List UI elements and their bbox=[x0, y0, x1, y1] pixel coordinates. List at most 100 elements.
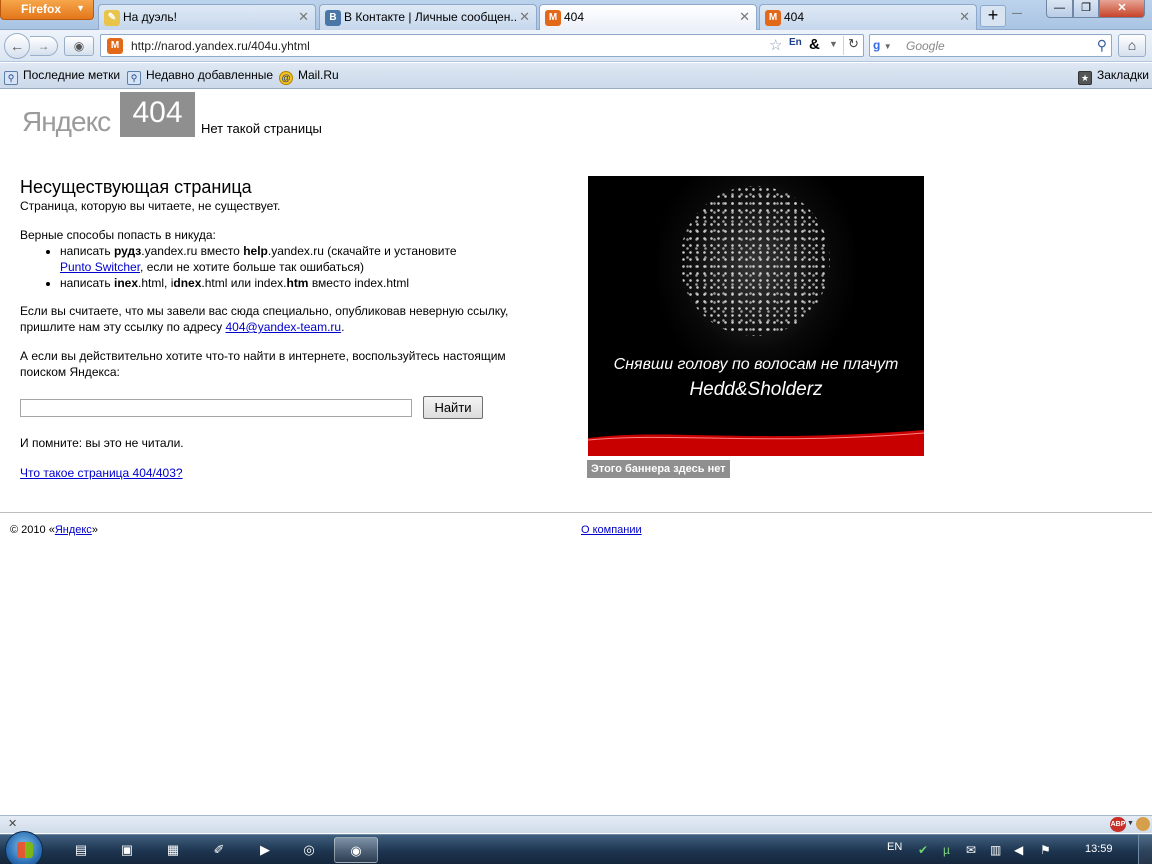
banner-wave-shape bbox=[588, 430, 924, 456]
show-desktop-button[interactable] bbox=[1138, 835, 1152, 864]
search-bar[interactable]: g ▼ Google ⚲ bbox=[869, 34, 1112, 57]
tab-404[interactable]: M 404 ✕ bbox=[759, 4, 977, 30]
home-button[interactable]: ⌂ bbox=[1118, 34, 1146, 57]
find-button[interactable]: Найти bbox=[423, 396, 483, 419]
banner-brand: Hedd&Sholderz bbox=[689, 379, 823, 400]
tab-list-icon[interactable]: — bbox=[1012, 8, 1022, 19]
language-indicator[interactable]: EN bbox=[887, 841, 902, 853]
windows-logo-icon bbox=[17, 842, 33, 858]
bookmark-recent-tags[interactable]: ⚲ Последние метки bbox=[4, 68, 120, 85]
vk-favicon-icon: B bbox=[325, 10, 341, 26]
star-icon: ★ bbox=[1078, 71, 1092, 85]
page-content: Яндекс 404 Нет такой страницы Несуществу… bbox=[0, 90, 1152, 814]
clock[interactable]: 13:59 bbox=[1085, 843, 1113, 855]
tab-title: 404 bbox=[564, 10, 585, 24]
page-subtitle: Страница, которую вы читаете, не существ… bbox=[20, 199, 281, 213]
url-history-dropdown-icon[interactable]: ▼ bbox=[829, 39, 838, 49]
new-tab-button[interactable]: + bbox=[980, 5, 1006, 27]
email-link[interactable]: 404@yandex-team.ru bbox=[226, 320, 342, 334]
search-paragraph: А если вы действительно хотите что-то на… bbox=[20, 348, 506, 380]
forward-button[interactable]: → bbox=[30, 36, 58, 56]
remember-text: И помните: вы это не читали. bbox=[20, 436, 184, 450]
banner-caption: Этого баннера здесь нет bbox=[587, 460, 730, 478]
back-button[interactable]: ← bbox=[4, 33, 30, 59]
close-window-button[interactable]: ✕ bbox=[1099, 0, 1145, 18]
yandex-link[interactable]: Яндекс bbox=[55, 524, 92, 536]
chevron-down-icon[interactable]: ▼ bbox=[1127, 820, 1134, 827]
firefox-menu-button[interactable]: Firefox ▼ bbox=[0, 0, 94, 20]
smart-folder-icon: ⚲ bbox=[4, 71, 18, 85]
bookmark-star-icon[interactable]: ☆ bbox=[769, 36, 782, 54]
minimize-window-button[interactable]: — bbox=[1046, 0, 1073, 18]
url-bar[interactable]: M http://narod.yandex.ru/404u.yhtml ☆ En… bbox=[100, 34, 864, 57]
mail-icon[interactable]: ✉ bbox=[966, 843, 976, 857]
narod-favicon-icon: M bbox=[545, 10, 561, 26]
tray-app-icon[interactable]: ✔ bbox=[918, 843, 928, 857]
tab-title: В Контакте | Личные сообщен... bbox=[344, 10, 516, 24]
volume-icon[interactable]: ◀ bbox=[1014, 843, 1023, 857]
paragraph-text: А если вы действительно хотите что-то на… bbox=[20, 349, 506, 363]
firefox-icon[interactable]: ◉ bbox=[334, 837, 378, 863]
ways-list: написать рудз.yandex.ru вместо help.yand… bbox=[60, 243, 457, 291]
translit-en-icon[interactable]: En bbox=[789, 37, 802, 48]
way-text: .html, i bbox=[138, 276, 174, 290]
google-icon[interactable]: g ▼ bbox=[873, 38, 901, 54]
yandex-search-input[interactable] bbox=[20, 399, 412, 417]
bookmark-label: Последние метки bbox=[23, 68, 121, 82]
url-text[interactable]: http://narod.yandex.ru/404u.yhtml bbox=[131, 39, 310, 53]
about-company-link[interactable]: О компании bbox=[581, 524, 642, 536]
start-button[interactable] bbox=[5, 831, 43, 864]
search-icon[interactable]: ⚲ bbox=[1097, 37, 1107, 54]
calculator-icon[interactable]: ▦ bbox=[154, 837, 192, 863]
list-item: написать рудз.yandex.ru вместо help.yand… bbox=[60, 243, 457, 275]
reload-icon[interactable]: ↻ bbox=[843, 36, 863, 55]
what-is-404-link-wrap: Что такое страница 404/403? bbox=[20, 465, 183, 481]
bookmark-label: Mail.Ru bbox=[298, 68, 339, 82]
tab-404-active[interactable]: M 404 ✕ bbox=[539, 4, 757, 31]
folder-icon[interactable]: ▤ bbox=[62, 837, 100, 863]
paragraph-text: . bbox=[341, 320, 345, 334]
ways-heading: Верные способы попасть в никуда: bbox=[20, 228, 216, 242]
way-text: .html или index. bbox=[201, 276, 287, 290]
close-addon-bar-icon[interactable]: ✕ bbox=[8, 817, 17, 830]
bookmark-mailru[interactable]: @ Mail.Ru bbox=[279, 68, 339, 85]
opera-icon[interactable]: ◎ bbox=[290, 837, 328, 863]
status-bar: ✕ ABP ▼ bbox=[0, 815, 1152, 833]
duel-favicon-icon: ✎ bbox=[104, 10, 120, 26]
save-icon[interactable]: ▣ bbox=[108, 837, 146, 863]
yandex-logo[interactable]: Яндекс bbox=[22, 106, 111, 138]
list-item: написать inex.html, idnex.html или index… bbox=[60, 275, 457, 291]
network-icon[interactable]: ▥ bbox=[990, 843, 1001, 857]
extension-icon[interactable] bbox=[1136, 817, 1150, 831]
punto-switcher-link[interactable]: Punto Switcher bbox=[60, 260, 140, 274]
windows-taskbar: ▤ ▣ ▦ ✐ ▶ ◎ ◉ EN ✔ µ ✉ ▥ ◀ ⚑ 13:59 bbox=[0, 831, 1152, 864]
adblock-plus-icon[interactable]: ABP bbox=[1110, 817, 1126, 832]
what-is-404-link[interactable]: Что такое страница 404/403? bbox=[20, 466, 183, 480]
way-bold: htm bbox=[286, 276, 309, 290]
close-tab-icon[interactable]: ✕ bbox=[298, 9, 309, 25]
ad-banner[interactable]: Снявши голову по волосам не плачут Hedd&… bbox=[588, 176, 924, 456]
mailru-icon: @ bbox=[279, 71, 293, 85]
media-player-icon[interactable]: ▶ bbox=[246, 837, 284, 863]
close-tab-icon[interactable]: ✕ bbox=[959, 9, 970, 25]
way-text: написать bbox=[60, 244, 114, 258]
search-placeholder: Google bbox=[906, 39, 945, 53]
narod-favicon-icon: M bbox=[765, 10, 781, 26]
ampersand-icon[interactable]: & bbox=[809, 36, 820, 53]
close-tab-icon[interactable]: ✕ bbox=[739, 9, 750, 25]
way-bold: рудз bbox=[114, 244, 142, 258]
tab-title: На дуэль! bbox=[123, 10, 177, 24]
way-text: .yandex.ru вместо bbox=[141, 244, 244, 258]
action-center-flag-icon[interactable]: ⚑ bbox=[1040, 843, 1051, 857]
paint-icon[interactable]: ✐ bbox=[200, 837, 238, 863]
bookmark-recently-added[interactable]: ⚲ Недавно добавленные bbox=[127, 68, 273, 85]
maximize-window-button[interactable]: ❐ bbox=[1073, 0, 1099, 18]
close-tab-icon[interactable]: ✕ bbox=[519, 9, 530, 25]
tab-vkontakte[interactable]: B В Контакте | Личные сообщен... ✕ bbox=[319, 4, 537, 30]
utorrent-icon[interactable]: µ bbox=[943, 843, 950, 857]
feedback-button[interactable]: ◉ bbox=[64, 36, 94, 56]
bookmarks-menu[interactable]: ★ Закладки bbox=[1078, 68, 1149, 85]
smart-folder-icon: ⚲ bbox=[127, 71, 141, 85]
tab-duel[interactable]: ✎ На дуэль! ✕ bbox=[98, 4, 316, 30]
error-code-badge: 404 bbox=[120, 92, 195, 137]
